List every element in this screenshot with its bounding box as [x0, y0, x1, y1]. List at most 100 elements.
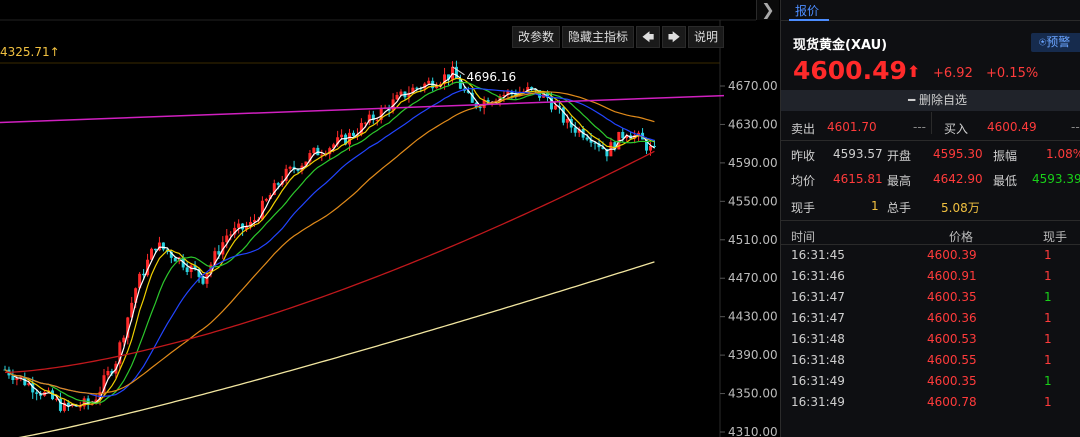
candle-body	[395, 94, 399, 100]
avg-label: 均价	[791, 174, 816, 188]
ask-price: 4600.49	[987, 120, 1037, 134]
instrument-name: 现货黄金(XAU)	[793, 38, 888, 53]
tick-row: 16:31:46 4600.91 1	[781, 266, 1080, 287]
candle-body	[585, 137, 589, 140]
price-axis-label: 4550.00	[728, 194, 778, 208]
low-label: 最低	[993, 174, 1018, 188]
tick-time: 16:31:48	[791, 353, 845, 367]
avg-value: 4615.81	[833, 172, 883, 186]
candle-body	[415, 87, 419, 89]
remove-watchlist-label: 删除自选	[919, 93, 968, 107]
tick-volume: 1	[1044, 332, 1052, 346]
tick-time: 16:31:45	[791, 248, 845, 262]
candle-body	[153, 248, 157, 251]
right-arrow-icon[interactable]: 🡆	[662, 26, 687, 48]
tick-row: 16:31:49 4600.78 1	[781, 392, 1080, 413]
tick-time: 16:31:47	[791, 290, 845, 304]
tick-volume: 1	[1044, 374, 1052, 388]
bid-label: 卖出	[791, 122, 816, 136]
high-label: 最高	[887, 174, 912, 188]
candle-body	[288, 166, 292, 169]
price-axis-label: 4590.00	[728, 156, 778, 170]
left-arrow-icon[interactable]: 🡄	[636, 26, 661, 48]
prev-close-label: 昨收	[791, 149, 816, 163]
tick-price: 4600.39	[927, 248, 977, 262]
change-params-button[interactable]: 改参数	[512, 26, 561, 48]
tab-quote-label: 报价	[795, 4, 820, 18]
amplitude-value: 1.08%	[1046, 147, 1080, 161]
candle-body	[201, 276, 205, 284]
candle-body	[565, 118, 569, 123]
ticks-header-time: 时间	[791, 230, 816, 244]
price-axis-label: 4470.00	[728, 271, 778, 285]
price-axis-label: 4630.00	[728, 117, 778, 131]
candle-body	[478, 107, 482, 109]
ticks-header-price: 价格	[949, 230, 974, 244]
bid-ask-separator	[931, 112, 932, 134]
tick-time: 16:31:49	[791, 395, 845, 409]
bid-price: 4601.70	[827, 120, 877, 134]
candle-body	[348, 132, 352, 145]
tick-row: 16:31:47 4600.35 1	[781, 287, 1080, 308]
prev-close-value: 4593.57	[833, 147, 883, 161]
remove-watchlist-button[interactable]: ━ 删除自选	[781, 90, 1080, 111]
open-label: 开盘	[887, 149, 912, 163]
candle-body	[573, 127, 577, 133]
candle-body	[106, 371, 110, 376]
tick-volume: 1	[1044, 311, 1052, 325]
candle-body	[185, 267, 189, 273]
current-volume-value: 1	[871, 199, 879, 213]
collapse-panel-icon[interactable]: ❯	[756, 0, 779, 20]
candlestick-chart[interactable]: 4670.00 4630.00 4590.00 4550.00 4510.00 4470.…	[0, 0, 780, 437]
help-button[interactable]: 说明	[688, 26, 725, 48]
hide-indicator-button[interactable]: 隐藏主指标	[562, 26, 635, 48]
alert-button[interactable]: ⍟预警	[1031, 33, 1080, 52]
candle-body	[351, 132, 355, 136]
tick-volume: 1	[1044, 269, 1052, 283]
candle-body	[435, 86, 439, 89]
tick-row: 16:31:48 4600.55 1	[781, 350, 1080, 371]
tab-underline	[789, 19, 829, 21]
amplitude-label: 振幅	[993, 149, 1018, 163]
price-axis-label: 4670.00	[728, 79, 778, 93]
stats-row-1: 昨收 4593.57 开盘 4595.30 振幅 1.08%	[781, 143, 1080, 165]
tick-price: 4600.55	[927, 353, 977, 367]
candle-body	[553, 105, 557, 110]
alert-label: 预警	[1046, 35, 1071, 49]
last-price: 4600.49	[793, 56, 907, 85]
ticks-header-volume: 现手	[1043, 230, 1068, 244]
tick-volume: 1	[1044, 290, 1052, 304]
chart-canvas[interactable]: 4670.00 4630.00 4590.00 4550.00 4510.00 4470.…	[0, 0, 780, 437]
candle-body	[276, 183, 280, 185]
tick-volume: 1	[1044, 248, 1052, 262]
minus-icon: ━	[908, 93, 920, 107]
tick-price: 4600.91	[927, 269, 977, 283]
candle-body	[173, 257, 177, 262]
ask-label: 买入	[944, 122, 969, 136]
price-axis-label: 4310.00	[728, 425, 778, 437]
low-value: 4593.39	[1032, 172, 1080, 186]
candle-body	[427, 80, 431, 84]
candle-body	[312, 147, 316, 154]
price-axis-label: 4350.00	[728, 387, 778, 401]
current-volume-label: 现手	[791, 201, 816, 215]
arrow-up-icon: ↑	[49, 45, 60, 59]
candle-body	[363, 122, 367, 124]
tick-price: 4600.35	[927, 374, 977, 388]
tick-price: 4600.78	[927, 395, 977, 409]
prev-high-value: 4325.71	[0, 45, 50, 59]
divider	[781, 140, 1080, 141]
candle-body	[621, 131, 625, 139]
price-axis-label: 4430.00	[728, 310, 778, 324]
divider	[781, 220, 1080, 221]
prev-high-marker: 4325.71↑	[0, 45, 60, 59]
tick-row: 16:31:49 4600.35 1	[781, 371, 1080, 392]
total-volume-label: 总手	[887, 201, 912, 215]
tick-volume: 1	[1044, 353, 1052, 367]
tick-row: 16:31:48 4600.53 1	[781, 329, 1080, 350]
open-value: 4595.30	[933, 147, 983, 161]
tick-price: 4600.53	[927, 332, 977, 346]
tick-row: 16:31:47 4600.36 1	[781, 308, 1080, 329]
peak-price-label: 4696.16	[466, 70, 516, 84]
tab-quote[interactable]: 报价	[781, 0, 1080, 21]
